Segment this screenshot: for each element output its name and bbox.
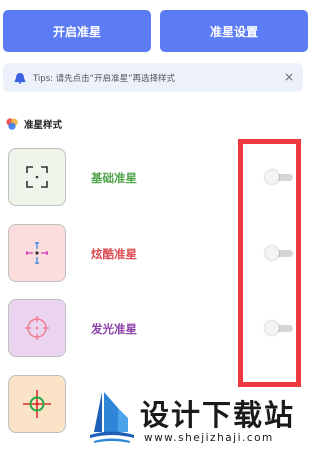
target-crosshair-icon <box>23 390 51 418</box>
highlight-box <box>238 139 301 387</box>
tips-text: Tips: 请先点击“开启准星”再选择样式 <box>33 73 175 84</box>
crosshair-settings-button[interactable]: 准星设置 <box>160 10 308 52</box>
section-title-text: 准星样式 <box>24 120 63 131</box>
style-label-cool: 炫酷准星 <box>91 247 137 261</box>
basic-crosshair-icon <box>26 166 48 188</box>
tips-banner: Tips: 请先点击“开启准星”再选择样式 × <box>3 63 303 92</box>
cool-crosshair-thumbnail[interactable] <box>8 224 66 282</box>
style-label-glow: 发光准星 <box>91 322 137 336</box>
top-button-bar: 开启准星 准星设置 <box>3 10 309 52</box>
cool-crosshair-icon <box>26 242 48 264</box>
glow-crosshair-thumbnail[interactable] <box>8 299 66 357</box>
watermark: 设计下载站 www.shejizhaji.com <box>88 388 315 450</box>
close-icon[interactable]: × <box>284 70 294 84</box>
start-crosshair-button[interactable]: 开启准星 <box>3 10 151 52</box>
section-title: 准星样式 <box>5 117 62 131</box>
basic-crosshair-thumbnail[interactable] <box>8 148 66 206</box>
palette-icon <box>6 118 18 130</box>
watermark-logo <box>90 392 134 443</box>
bell-icon <box>14 72 26 84</box>
style-label-basic: 基础准星 <box>91 171 137 185</box>
fourth-crosshair-thumbnail[interactable] <box>8 375 66 433</box>
glow-crosshair-icon <box>25 316 49 340</box>
watermark-title: 设计下载站 <box>140 398 296 432</box>
watermark-url: www.shejizhaji.com <box>144 432 274 444</box>
